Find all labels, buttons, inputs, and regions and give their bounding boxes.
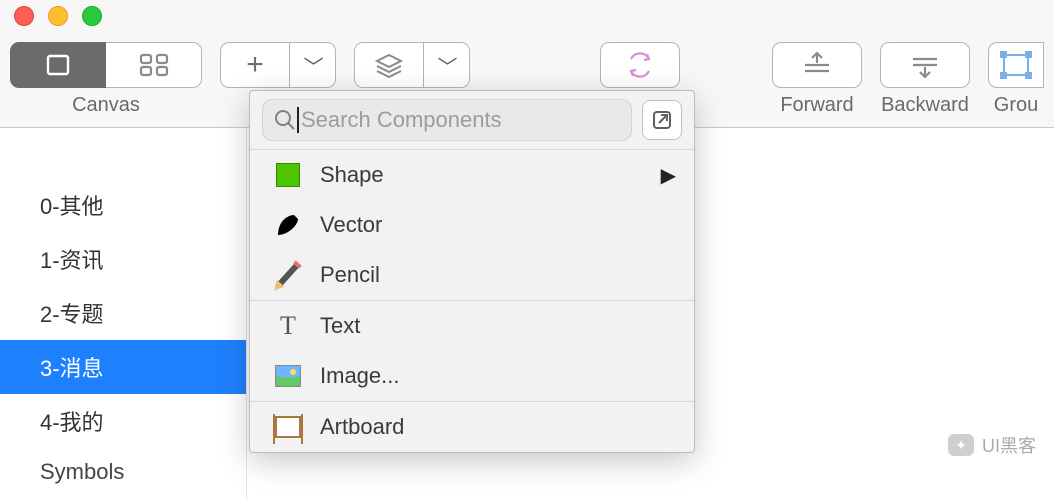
insert-text-item[interactable]: T Text — [250, 301, 694, 351]
sidebar-item[interactable]: 4-我的 — [0, 394, 246, 448]
close-window-button[interactable] — [14, 6, 34, 26]
minimize-window-button[interactable] — [48, 6, 68, 26]
grid-icon — [138, 52, 170, 78]
backward-button[interactable] — [880, 42, 970, 88]
group-button[interactable] — [988, 42, 1044, 88]
layers-dropdown-button[interactable]: ﹀ — [424, 42, 470, 88]
insert-item-label: Shape — [320, 162, 643, 188]
backward-group: Backward — [880, 42, 970, 117]
sidebar-item[interactable]: 2-专题 — [0, 286, 246, 340]
forward-button[interactable] — [772, 42, 862, 88]
insert-image-item[interactable]: Image... — [250, 351, 694, 401]
group-icon — [1000, 51, 1032, 79]
plus-icon: + — [246, 50, 264, 80]
sidebar-item-label: 2-专题 — [40, 302, 104, 327]
bring-forward-icon — [800, 51, 834, 79]
text-cursor — [297, 107, 299, 133]
sidebar-item[interactable]: 1-资讯 — [0, 232, 246, 286]
insert-item-label: Text — [320, 313, 676, 339]
sidebar-item-label: 4-我的 — [40, 410, 104, 435]
insert-pencil-item[interactable]: Pencil — [250, 250, 694, 300]
watermark: ✦ UI黑客 — [948, 432, 1036, 458]
sidebar-item-symbols[interactable]: Symbols — [0, 448, 246, 496]
layers-sidebar: 0-其他 1-资讯 2-专题 3-消息 4-我的 Symbols — [0, 128, 247, 500]
rotate-button[interactable] — [600, 42, 680, 88]
insert-item-label: Vector — [320, 212, 676, 238]
insert-button[interactable]: + — [220, 42, 290, 88]
insert-dropdown-button[interactable]: ﹀ — [290, 42, 336, 88]
canvas-view-button[interactable] — [10, 42, 106, 88]
insert-item-label: Image... — [320, 363, 676, 389]
sidebar-item[interactable]: 0-其他 — [0, 178, 246, 232]
sidebar-item-label: 3-消息 — [40, 356, 104, 381]
layers-group: ﹀ — [354, 42, 470, 88]
insert-popover: Shape ▶ Vector Pencil T Text Image... Ar… — [249, 90, 695, 453]
send-backward-icon — [908, 51, 942, 79]
insert-group: + ﹀ — [220, 42, 336, 88]
window-title-bar — [0, 0, 1054, 32]
search-icon — [273, 108, 297, 132]
pencil-icon — [277, 263, 299, 286]
backward-label: Backward — [881, 94, 969, 117]
search-components-field[interactable] — [262, 99, 632, 141]
watermark-text: UI黑客 — [982, 432, 1036, 458]
canvas-group-label: Canvas — [72, 94, 140, 117]
wechat-icon: ✦ — [948, 434, 974, 456]
insert-shape-item[interactable]: Shape ▶ — [250, 150, 694, 200]
chevron-down-icon: ﹀ — [304, 51, 324, 80]
sidebar-item-label: 1-资讯 — [40, 248, 104, 273]
insert-artboard-item[interactable]: Artboard — [250, 402, 694, 452]
shape-icon — [276, 163, 300, 187]
popout-icon — [651, 109, 673, 131]
layers-button[interactable] — [354, 42, 424, 88]
canvas-view-group: Canvas — [10, 42, 202, 117]
detach-panel-button[interactable] — [642, 100, 682, 140]
group-label: Grou — [994, 94, 1038, 117]
artboard-frame-icon — [43, 52, 73, 78]
components-view-button[interactable] — [106, 42, 202, 88]
sidebar-item-label: 0-其他 — [40, 194, 104, 219]
submenu-arrow-icon: ▶ — [661, 163, 676, 188]
search-components-input[interactable] — [301, 107, 621, 133]
chevron-down-icon: ﹀ — [438, 51, 458, 80]
sidebar-item-selected[interactable]: 3-消息 — [0, 340, 246, 394]
forward-label: Forward — [780, 94, 853, 117]
insert-vector-item[interactable]: Vector — [250, 200, 694, 250]
rotate-icon — [623, 50, 657, 80]
group-group: Grou — [988, 42, 1044, 117]
vector-icon — [274, 211, 302, 239]
layers-icon — [374, 52, 404, 78]
sidebar-item-label: Symbols — [40, 459, 124, 484]
image-icon — [275, 365, 301, 387]
insert-item-label: Pencil — [320, 262, 676, 288]
maximize-window-button[interactable] — [82, 6, 102, 26]
artboard-icon — [275, 416, 301, 438]
forward-group: Forward — [772, 42, 862, 117]
text-icon: T — [280, 313, 296, 339]
rotate-group — [600, 42, 680, 88]
insert-item-label: Artboard — [320, 414, 676, 440]
